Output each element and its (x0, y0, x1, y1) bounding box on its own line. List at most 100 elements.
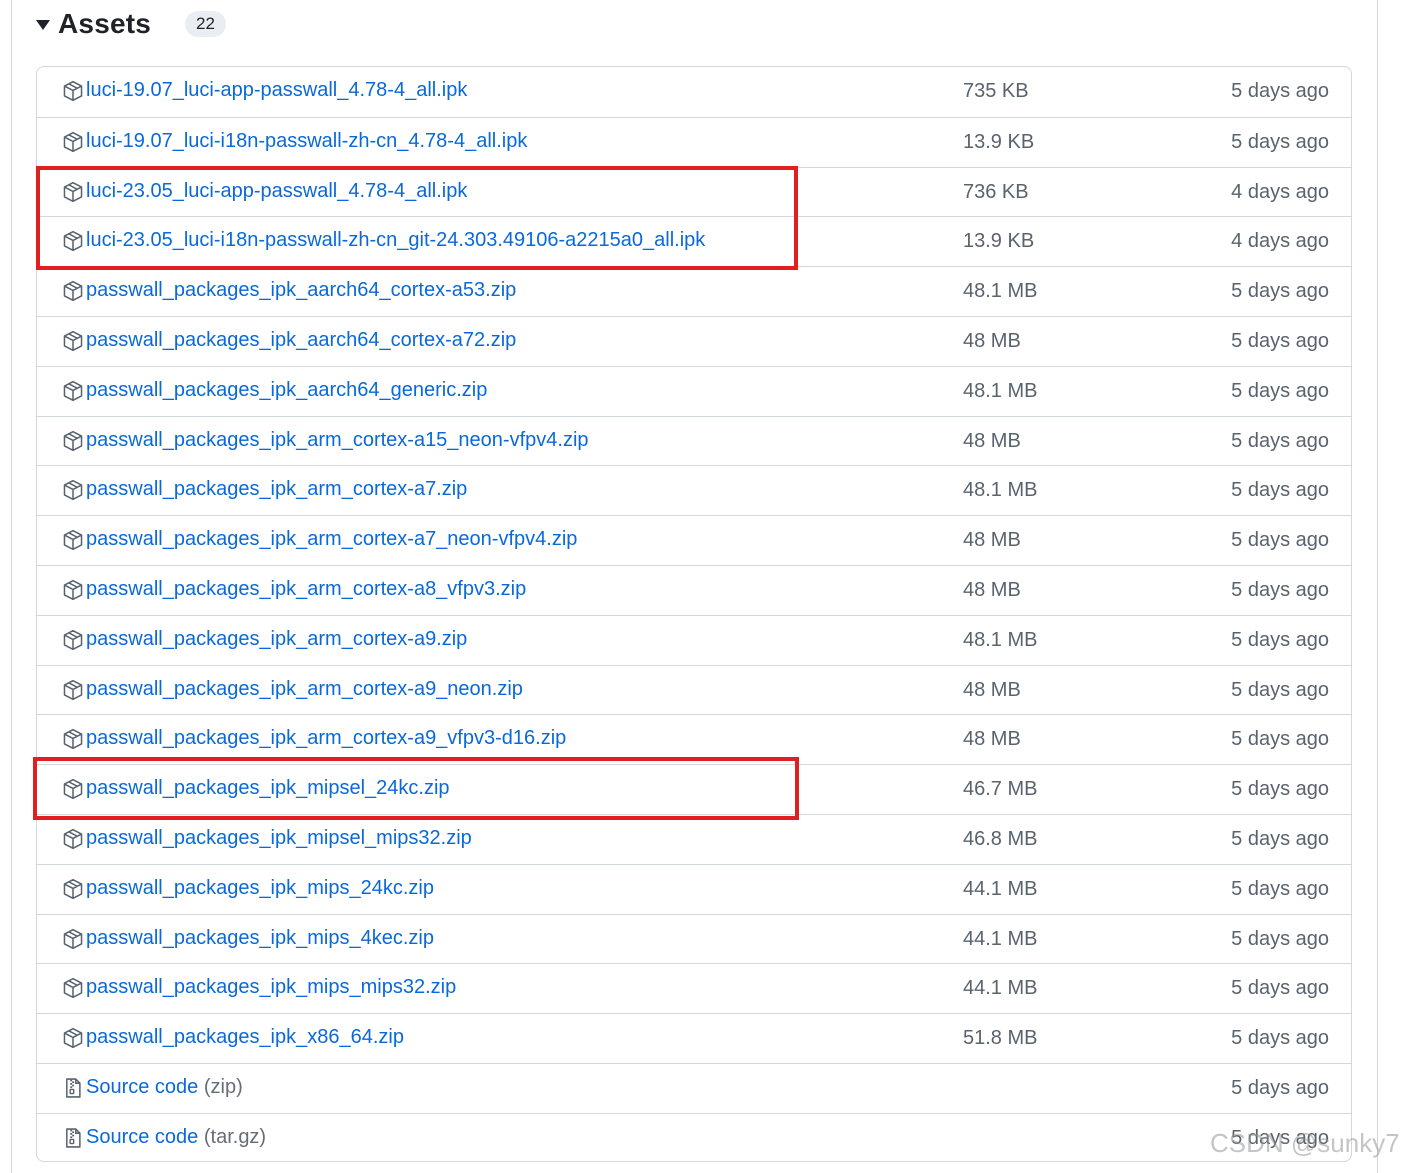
source-code-download-link[interactable]: Source code (tar.gz) (86, 1126, 266, 1149)
package-icon (62, 280, 84, 302)
asset-size: 13.9 KB (963, 130, 1035, 153)
asset-date: 5 days ago (1231, 828, 1329, 850)
triangle-down-icon[interactable] (36, 20, 50, 30)
asset-download-link[interactable]: passwall_packages_ipk_arm_cortex-a9_neon… (86, 678, 523, 701)
asset-download-link[interactable]: passwall_packages_ipk_aarch64_generic.zi… (86, 379, 487, 402)
asset-row: luci-19.07_luci-app-passwall_4.78-4_all.… (37, 67, 1351, 117)
asset-size: 736 KB (963, 180, 1029, 203)
asset-size: 51.8 MB (963, 1027, 1038, 1050)
asset-date: 5 days ago (1231, 379, 1329, 402)
source-code-row: Source code (tar.gz) 5 days ago (37, 1112, 1351, 1161)
package-icon (62, 977, 84, 999)
package-icon (62, 629, 84, 651)
asset-date: 5 days ago (1231, 579, 1329, 601)
package-icon (62, 529, 84, 551)
source-code-row: Source code (zip) 5 days ago (37, 1063, 1351, 1113)
asset-date: 5 days ago (1231, 130, 1329, 153)
source-code-label: Source code (86, 1125, 199, 1148)
asset-size: 735 KB (963, 80, 1029, 102)
asset-row: passwall_packages_ipk_arm_cortex-a8_vfpv… (37, 565, 1351, 615)
package-icon (62, 928, 84, 950)
highlight-box-luci-23-05 (36, 166, 798, 270)
page-border-left (11, 0, 12, 1173)
asset-date: 4 days ago (1231, 180, 1329, 203)
asset-row: passwall_packages_ipk_arm_cortex-a9_neon… (37, 664, 1351, 715)
asset-row: passwall_packages_ipk_arm_cortex-a7.zip 4… (37, 465, 1351, 515)
package-icon (62, 728, 84, 750)
asset-size: 48 MB (963, 429, 1021, 452)
asset-row: luci-19.07_luci-i18n-passwall-zh-cn_4.78… (37, 116, 1351, 167)
asset-download-link[interactable]: passwall_packages_ipk_arm_cortex-a9.zip (86, 628, 467, 651)
asset-row: passwall_packages_ipk_arm_cortex-a7_neon… (37, 515, 1351, 565)
asset-download-link[interactable]: luci-19.07_luci-app-passwall_4.78-4_all.… (86, 79, 467, 102)
asset-size: 48 MB (963, 728, 1021, 751)
asset-download-link[interactable]: passwall_packages_ipk_arm_cortex-a15_neo… (86, 429, 589, 452)
asset-date: 4 days ago (1231, 230, 1329, 253)
asset-size: 46.7 MB (963, 778, 1038, 801)
asset-download-link[interactable]: passwall_packages_ipk_arm_cortex-a9_vfpv… (86, 727, 566, 750)
asset-size: 44.1 MB (963, 977, 1038, 1000)
asset-download-link[interactable]: passwall_packages_ipk_aarch64_cortex-a53… (86, 279, 516, 302)
asset-date: 5 days ago (1231, 728, 1329, 751)
asset-row: passwall_packages_ipk_arm_cortex-a9.zip 4… (37, 614, 1351, 665)
asset-row: passwall_packages_ipk_mips_mips32.zip 44.… (37, 963, 1351, 1013)
asset-date: 5 days ago (1231, 330, 1329, 352)
asset-row: passwall_packages_ipk_aarch64_cortex-a72… (37, 316, 1351, 366)
asset-download-link[interactable]: passwall_packages_ipk_x86_64.zip (86, 1026, 404, 1049)
package-icon (62, 878, 84, 900)
asset-date: 5 days ago (1231, 977, 1329, 1000)
asset-download-link[interactable]: passwall_packages_ipk_arm_cortex-a7.zip (86, 478, 467, 501)
asset-size: 48 MB (963, 678, 1021, 701)
asset-size: 48.1 MB (963, 280, 1038, 303)
asset-download-link[interactable]: passwall_packages_ipk_mips_4kec.zip (86, 927, 434, 950)
asset-download-link[interactable]: passwall_packages_ipk_aarch64_cortex-a72… (86, 329, 516, 352)
assets-header[interactable]: Assets 22 (36, 4, 226, 44)
file-zip-icon (62, 1127, 84, 1149)
asset-date: 5 days ago (1231, 678, 1329, 701)
asset-date: 5 days ago (1231, 877, 1329, 900)
asset-row: passwall_packages_ipk_mipsel_mips32.zip 4… (37, 814, 1351, 864)
package-icon (62, 828, 84, 850)
asset-date: 5 days ago (1231, 927, 1329, 950)
asset-row: passwall_packages_ipk_mips_4kec.zip 44.1 … (37, 913, 1351, 964)
package-icon (62, 579, 84, 601)
asset-size: 48 MB (963, 529, 1021, 552)
source-code-label: Source code (86, 1076, 199, 1098)
asset-download-link[interactable]: passwall_packages_ipk_arm_cortex-a7_neon… (86, 528, 577, 551)
package-icon (62, 479, 84, 501)
watermark: CSDN @sunky7 (1210, 1128, 1400, 1158)
source-code-format: (zip) (203, 1076, 243, 1098)
asset-size: 48 MB (963, 330, 1021, 352)
package-icon (62, 330, 84, 352)
package-icon (62, 131, 84, 153)
asset-row: passwall_packages_ipk_aarch64_generic.zi… (37, 365, 1351, 416)
asset-date: 5 days ago (1231, 280, 1329, 303)
assets-count-badge: 22 (185, 11, 226, 37)
asset-size: 44.1 MB (963, 877, 1038, 900)
package-icon (62, 380, 84, 402)
asset-size: 48.1 MB (963, 479, 1038, 502)
asset-date: 5 days ago (1231, 778, 1329, 801)
package-icon (62, 430, 84, 452)
package-icon (62, 679, 84, 701)
asset-size: 48.1 MB (963, 379, 1038, 402)
source-code-download-link[interactable]: Source code (zip) (86, 1076, 243, 1099)
asset-download-link[interactable]: passwall_packages_ipk_mips_24kc.zip (86, 877, 434, 900)
asset-size: 46.8 MB (963, 828, 1038, 850)
package-icon (62, 1027, 84, 1049)
asset-download-link[interactable]: luci-19.07_luci-i18n-passwall-zh-cn_4.78… (86, 130, 527, 153)
asset-date: 5 days ago (1231, 429, 1329, 452)
asset-download-link[interactable]: passwall_packages_ipk_arm_cortex-a8_vfpv… (86, 578, 526, 601)
asset-row: passwall_packages_ipk_mips_24kc.zip 44.1 … (37, 863, 1351, 914)
asset-download-link[interactable]: passwall_packages_ipk_mipsel_mips32.zip (86, 827, 472, 850)
asset-date: 5 days ago (1231, 479, 1329, 502)
asset-date: 5 days ago (1231, 529, 1329, 552)
asset-date: 5 days ago (1231, 628, 1329, 651)
asset-date: 5 days ago (1231, 1027, 1329, 1050)
package-icon (62, 80, 84, 102)
asset-download-link[interactable]: passwall_packages_ipk_mips_mips32.zip (86, 976, 456, 999)
file-zip-icon (62, 1077, 84, 1099)
asset-date: 5 days ago (1231, 1077, 1329, 1099)
asset-size: 48 MB (963, 579, 1021, 601)
asset-row: passwall_packages_ipk_aarch64_cortex-a53… (37, 266, 1351, 316)
